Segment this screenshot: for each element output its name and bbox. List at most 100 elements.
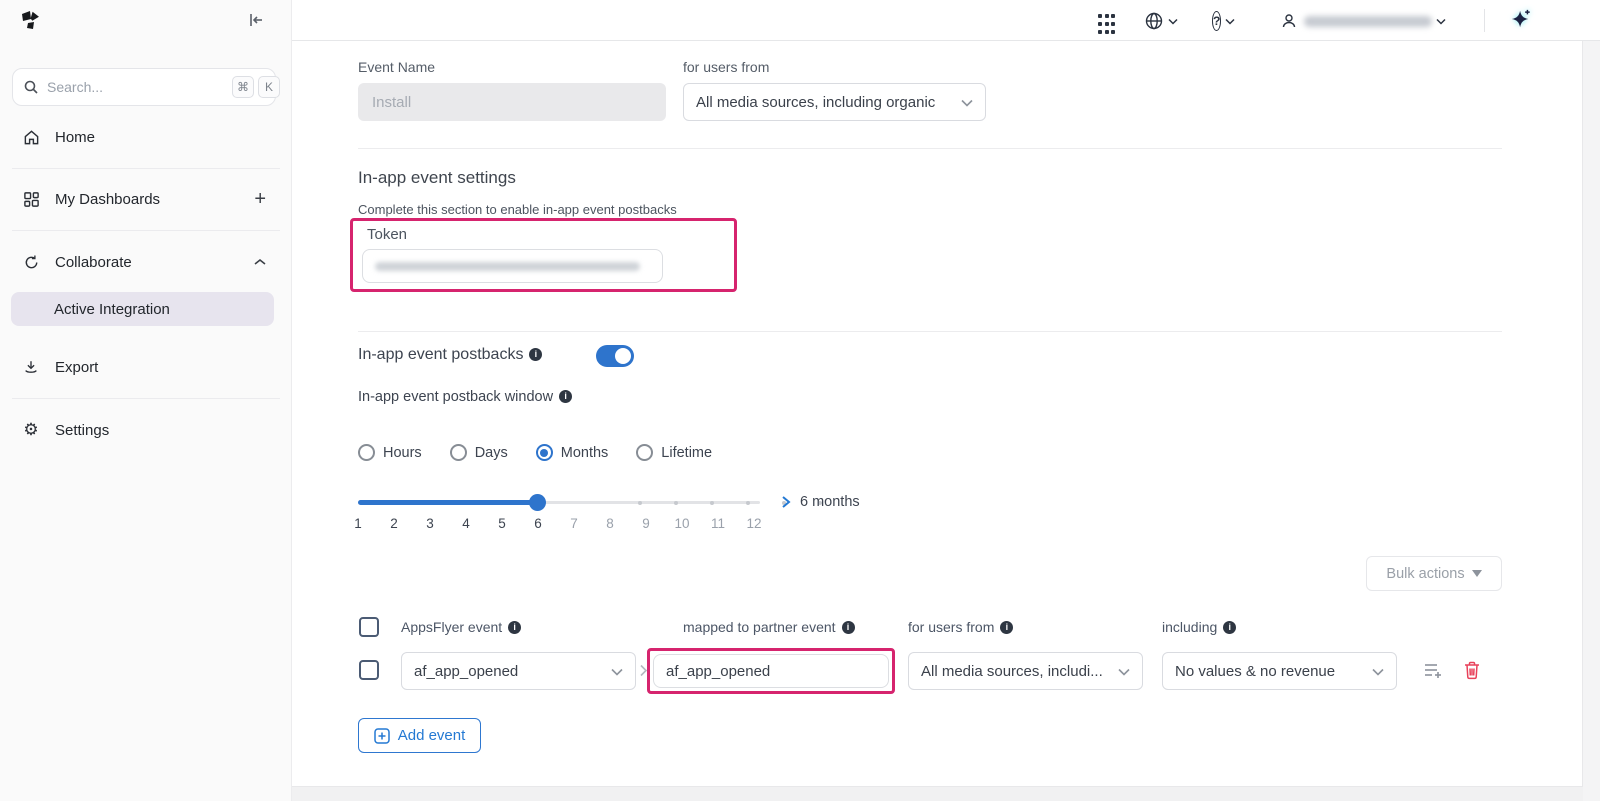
sidebar-divider [12, 230, 280, 231]
info-icon[interactable]: i [1223, 621, 1236, 634]
add-dashboard-button[interactable]: + [254, 188, 266, 211]
row-for-users-from-select[interactable]: All media sources, includi... [908, 652, 1143, 690]
appsflyer-event-select[interactable]: af_app_opened [401, 652, 636, 690]
user-email-blurred [1304, 16, 1432, 27]
dashboards-icon [22, 190, 40, 208]
for-users-from-label: for users from [683, 59, 769, 75]
postback-window-label: In-app event postback windowi [358, 389, 572, 405]
info-icon[interactable]: i [1000, 621, 1013, 634]
window-unit-radio-group: Hours Days Months Lifetime [358, 444, 740, 461]
tick-label: 12 [742, 516, 766, 531]
radio-lifetime[interactable]: Lifetime [636, 444, 712, 461]
tick-label: 6 [526, 516, 550, 531]
for-users-from-value: All media sources, including organic [696, 94, 953, 111]
sidebar-collapse-icon[interactable] [246, 10, 268, 32]
info-icon[interactable]: i [559, 390, 572, 403]
radio-months-selected[interactable]: Months [536, 444, 609, 461]
sidebar-item-active-integration[interactable]: Active Integration [11, 292, 274, 326]
row-checkbox[interactable] [359, 660, 379, 680]
caret-down-icon [1472, 570, 1482, 577]
in-app-settings-title: In-app event settings [358, 168, 516, 188]
plus-square-icon [374, 728, 390, 744]
tick-label: 9 [634, 516, 658, 531]
sidebar-divider [12, 168, 280, 169]
tick-label: 3 [418, 516, 442, 531]
sidebar-item-label: Settings [55, 422, 266, 439]
delete-row-trash-icon[interactable] [1464, 661, 1480, 680]
appsflyer-logo-icon[interactable] [18, 8, 44, 34]
help-icon: ? [1212, 11, 1221, 31]
radio-days[interactable]: Days [450, 444, 508, 461]
info-icon[interactable]: i [842, 621, 855, 634]
chevron-down-icon [1225, 12, 1235, 30]
postbacks-toggle-on[interactable] [596, 345, 634, 367]
token-highlight-box: Token [350, 218, 737, 292]
collaborate-sync-icon [22, 253, 40, 271]
in-app-settings-subtitle: Complete this section to enable in-app e… [358, 202, 677, 217]
slider-dot [674, 501, 678, 505]
radio-circle-icon [358, 444, 375, 461]
chevron-up-icon[interactable] [254, 253, 266, 271]
col-including-header: includingi [1162, 619, 1236, 635]
language-globe-menu[interactable] [1144, 10, 1166, 32]
bulk-actions-label: Bulk actions [1386, 566, 1464, 582]
window-slider[interactable] [358, 496, 760, 510]
for-users-from-select[interactable]: All media sources, including organic [683, 83, 986, 121]
add-event-button[interactable]: Add event [358, 718, 481, 753]
token-label: Token [367, 226, 407, 243]
search-input[interactable] [47, 79, 228, 95]
sidebar-item-collaborate[interactable]: Collaborate [12, 240, 276, 284]
scrollbar-track[interactable] [1583, 41, 1600, 801]
token-input[interactable] [362, 249, 663, 283]
partner-event-input[interactable]: af_app_opened [653, 654, 889, 688]
search-icon [23, 79, 39, 95]
sidebar: ⌘ K Home My Dashboards + Collaborate [0, 0, 292, 801]
event-name-placeholder: Install [372, 94, 411, 111]
chevron-down-icon [1118, 663, 1130, 680]
ai-sparkle-icon[interactable] [1510, 8, 1532, 30]
bulk-actions-button[interactable]: Bulk actions [1366, 556, 1502, 591]
slider-fill [358, 500, 538, 505]
col-mapped-header: mapped to partner eventi [683, 619, 855, 635]
sidebar-item-settings[interactable]: ⚙ Settings [12, 408, 276, 452]
main-column: ? [292, 0, 1600, 801]
event-name-input-disabled: Install [358, 83, 666, 121]
tick-label: 10 [670, 516, 694, 531]
gear-icon: ⚙ [22, 421, 40, 439]
sidebar-item-label: Collaborate [55, 254, 254, 271]
slider-handle[interactable] [529, 494, 546, 511]
chevron-right-icon [780, 496, 792, 508]
radio-circle-icon [636, 444, 653, 461]
select-all-checkbox[interactable] [359, 617, 379, 637]
sidebar-item-my-dashboards[interactable]: My Dashboards + [12, 177, 276, 221]
radio-label: Months [561, 445, 609, 461]
sidebar-item-home[interactable]: Home [12, 115, 276, 159]
token-value-blurred [375, 262, 640, 271]
add-conditions-icon[interactable] [1424, 662, 1443, 680]
export-download-icon [22, 358, 40, 376]
radio-label: Lifetime [661, 445, 712, 461]
chevron-down-icon [1372, 663, 1384, 680]
apps-grid-icon[interactable] [1098, 13, 1120, 35]
sidebar-item-export[interactable]: Export [12, 345, 276, 389]
row-including-select[interactable]: No values & no revenue [1162, 652, 1397, 690]
slider-value-note: 6 months [780, 494, 860, 510]
info-icon[interactable]: i [508, 621, 521, 634]
help-menu[interactable]: ? [1212, 10, 1234, 32]
section-divider [358, 331, 1502, 332]
radio-label: Days [475, 445, 508, 461]
radio-hours[interactable]: Hours [358, 444, 422, 461]
sidebar-item-label: Export [55, 359, 266, 376]
partner-event-highlight-box: af_app_opened [647, 648, 895, 694]
integration-settings-panel: Event Name Install for users from All me… [292, 41, 1583, 787]
info-icon[interactable]: i [529, 348, 542, 361]
sidebar-item-label: Home [55, 129, 266, 146]
chevron-down-icon [1436, 12, 1446, 30]
search-box[interactable]: ⌘ K [12, 68, 276, 106]
tick-label: 4 [454, 516, 478, 531]
topbar-divider [1484, 9, 1485, 32]
radio-circle-selected-icon [536, 444, 553, 461]
toggle-knob [615, 348, 631, 364]
user-account-menu[interactable] [1280, 10, 1460, 32]
home-icon [22, 128, 40, 146]
